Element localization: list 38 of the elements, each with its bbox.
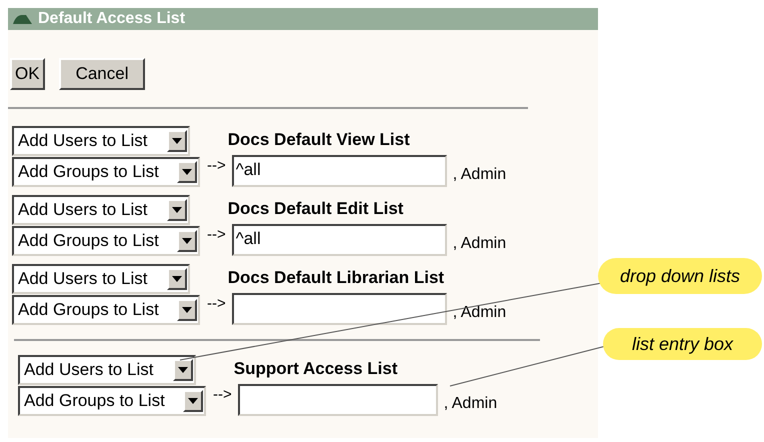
dropdown[interactable]: Add Users to List <box>12 126 190 156</box>
dropdown[interactable]: Add Groups to List <box>18 386 206 416</box>
arrow-text: --> <box>213 384 232 404</box>
callout-label: drop down lists <box>598 258 762 294</box>
suffix-text: , Admin <box>452 303 506 323</box>
caret-icon <box>182 169 192 175</box>
cancel-button[interactable]: Cancel <box>58 58 146 90</box>
input-field[interactable]: ^all <box>232 224 447 256</box>
input-field[interactable] <box>238 384 438 416</box>
caret-icon <box>172 138 182 144</box>
ok-button[interactable]: OK <box>10 58 45 90</box>
caret-icon <box>188 398 198 404</box>
arrow-text: --> <box>207 224 226 244</box>
dropdown[interactable]: Add Groups to List <box>12 226 200 256</box>
suffix-text: , Admin <box>452 165 506 185</box>
suffix-text: , Admin <box>444 394 498 414</box>
dropdown[interactable]: Add Groups to List <box>12 157 200 187</box>
caret-icon <box>172 207 182 213</box>
dropdown[interactable]: Add Groups to List <box>12 295 200 325</box>
arrow-text: --> <box>207 156 226 176</box>
caret-icon <box>182 307 192 313</box>
tent-icon <box>12 13 34 25</box>
suffix-text: , Admin <box>452 234 506 254</box>
input-field[interactable] <box>232 293 447 325</box>
list-title: Docs Default View List <box>228 129 411 151</box>
caret-icon <box>172 276 182 282</box>
window-title: Default Access List <box>38 11 186 27</box>
caret-icon <box>182 238 192 244</box>
list-title: Docs Default Edit List <box>228 198 404 220</box>
list-title: Docs Default Librarian List <box>228 267 446 289</box>
dropdown[interactable]: Add Users to List <box>12 264 190 294</box>
dropdown[interactable]: Add Users to List <box>18 355 196 385</box>
arrow-text: --> <box>207 294 226 314</box>
dropdown[interactable]: Add Users to List <box>12 195 190 225</box>
callout-label: list entry box <box>603 328 762 360</box>
list-title: Support Access List <box>234 358 398 380</box>
input-field[interactable]: ^all <box>232 155 447 187</box>
caret-icon <box>178 367 188 373</box>
